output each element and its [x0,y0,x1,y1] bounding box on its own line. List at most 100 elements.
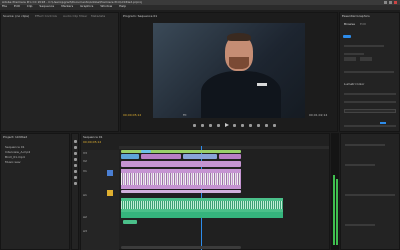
person-shirt [201,71,281,118]
lift-icon[interactable] [249,124,252,127]
time-ruler[interactable] [119,146,329,149]
accent-marker [380,122,386,124]
slip-tool-icon[interactable] [74,164,77,167]
ripple-edit-tool-icon[interactable] [74,152,77,155]
shirt-logo [257,83,267,86]
extract-icon[interactable] [257,124,260,127]
project-panel: Project: Untitled Sequence 01 Interview_… [0,133,70,250]
track-label-a2[interactable]: A2 [83,216,91,219]
program-timecode-right: 00;01;02;14 [309,114,328,117]
clip-v3[interactable] [121,150,241,153]
menu-clip[interactable]: Clip [27,5,33,8]
waveform-a1 [121,173,241,185]
close-icon[interactable] [394,1,397,4]
track-select-tool-icon[interactable] [74,146,77,149]
property-button[interactable] [344,57,356,61]
menu-file[interactable]: File [2,5,7,8]
program-monitor-title[interactable]: Program: Sequence 01 [123,15,183,18]
clip-a1-lower[interactable] [121,190,241,193]
maximize-icon[interactable] [389,1,392,4]
play-icon[interactable] [225,123,229,127]
property-row [345,224,375,226]
pen-tool-icon[interactable] [74,170,77,173]
menu-markers[interactable]: Markers [61,5,73,8]
source-panel: Source: (no clips) Effect Controls Audio… [0,12,119,132]
project-item[interactable]: Sequence 01 [5,146,39,149]
clip-a3-small[interactable] [123,220,137,224]
menu-edit[interactable]: Edit [14,5,20,8]
timeline-title[interactable]: Sequence 01 [83,136,113,139]
timeline-panel: Sequence 01 00;00;05;12 V3 V2 V1 A1 A2 A… [80,133,330,250]
menu-window[interactable]: Window [100,5,112,8]
property-row [345,194,395,196]
step-forward-icon[interactable] [233,124,236,127]
tab-source[interactable]: Source: (no clips) [3,15,33,18]
track-label-v2[interactable]: V2 [83,160,91,163]
clip-v3-title[interactable] [141,150,151,153]
track-label-a3[interactable]: A3 [83,230,91,233]
transport-controls [193,123,283,128]
effect-controls-panel [340,133,400,250]
person-hair [227,33,251,41]
property-row [344,45,384,47]
audio-meter-right [336,179,338,245]
go-to-out-icon[interactable] [241,124,244,127]
button-editor-icon[interactable] [273,124,276,127]
track-target-v1[interactable] [107,170,113,176]
clip-a2[interactable] [121,198,283,212]
menu-bar: File Edit Clip Sequence Markers Graphics… [0,5,400,10]
essential-graphics-title[interactable]: Essential Graphics [342,15,382,18]
minimize-icon[interactable] [384,1,387,4]
clip-v2[interactable] [219,154,241,159]
lumetri-section-title[interactable]: Lumetri Color [344,83,384,86]
timeline-timecode: 00;00;05;12 [83,141,102,144]
step-back-icon[interactable] [217,124,220,127]
timeline-scrollbar[interactable] [121,246,241,249]
property-row [345,144,385,146]
track-label-v1[interactable]: V1 [83,170,91,173]
tab-metadata[interactable]: Metadata [91,15,116,18]
project-item[interactable]: Interview_A.mp4 [5,151,39,154]
selection-tool-icon[interactable] [74,140,77,143]
tab-audio-clip-mixer[interactable]: Audio Clip Mixer [63,15,88,18]
clip-v2[interactable] [141,154,181,159]
track-label-a1[interactable]: A1 [83,194,91,197]
audio-meters [331,133,339,250]
audio-meter-left [333,175,335,245]
property-row [344,53,364,55]
property-row [344,101,396,103]
mark-out-icon[interactable] [201,124,204,127]
essential-graphics-panel: Essential Graphics Browse Edit Lumetri C… [339,12,400,132]
window-title: Adobe Premiere Pro CC 2018 - C:\Users\pg… [2,1,142,4]
person-beard [229,57,249,69]
menu-sequence[interactable]: Sequence [39,5,54,8]
clip-a1[interactable] [121,169,241,189]
property-button[interactable] [360,57,372,61]
property-row [344,125,396,127]
program-timecode-left: 00;00;05;12 [123,114,142,117]
mark-in-icon[interactable] [193,124,196,127]
tab-edit[interactable]: Edit [360,23,370,26]
tab-effect-controls[interactable]: Effect Controls [35,15,60,18]
type-tool-icon[interactable] [74,182,77,185]
go-to-in-icon[interactable] [209,124,212,127]
tab-browse[interactable]: Browse [344,23,358,26]
export-frame-icon[interactable] [265,124,268,127]
accent-toggle[interactable] [343,35,351,38]
clip-a3[interactable] [121,212,283,218]
track-label-v3[interactable]: V3 [83,152,91,155]
hand-tool-icon[interactable] [74,176,77,179]
track-target-a1[interactable] [107,190,113,196]
property-slider[interactable] [344,109,396,113]
property-row [344,71,394,73]
clip-v2[interactable] [183,154,217,159]
menu-help[interactable]: Help [119,5,126,8]
fit-select[interactable]: Fit [183,114,195,117]
project-item[interactable]: Music.wav [5,161,39,164]
project-title[interactable]: Project: Untitled [3,136,43,139]
razor-tool-icon[interactable] [74,158,77,161]
project-item[interactable]: Broll_01.mp4 [5,156,39,159]
menu-graphics[interactable]: Graphics [80,5,93,8]
clip-v2[interactable] [121,154,139,159]
clip-v1[interactable] [121,161,241,167]
